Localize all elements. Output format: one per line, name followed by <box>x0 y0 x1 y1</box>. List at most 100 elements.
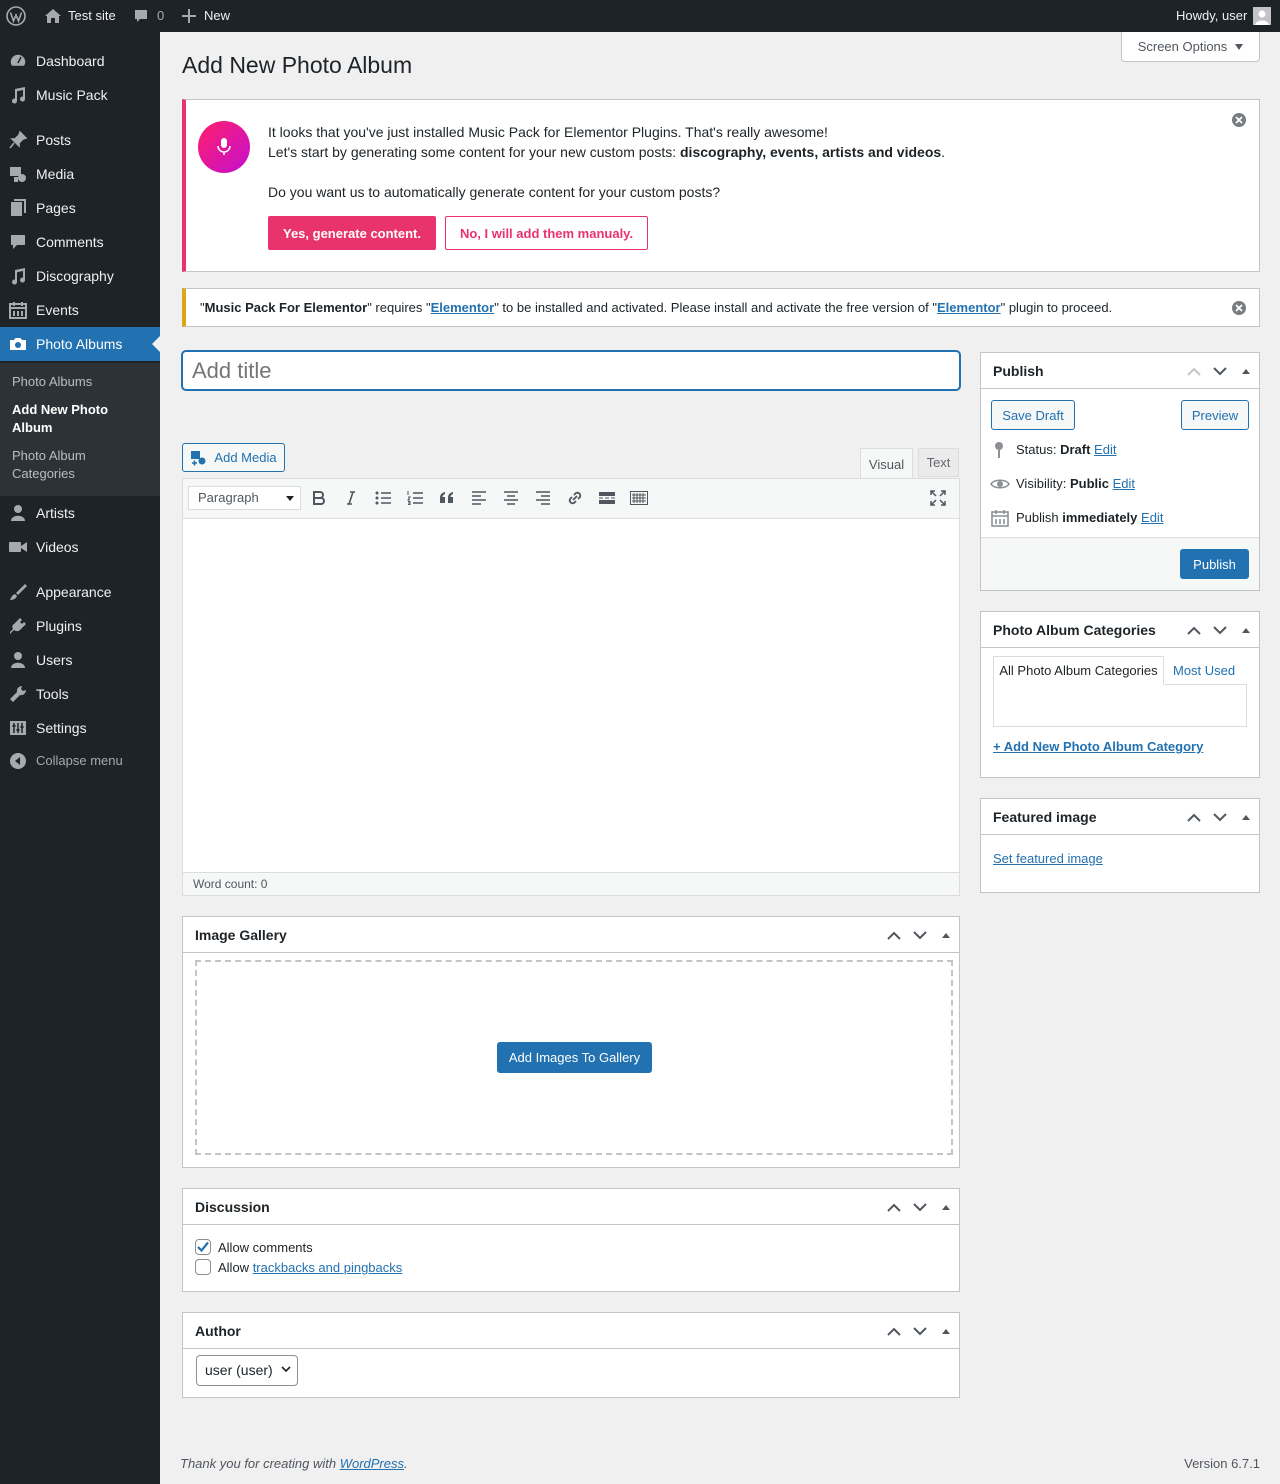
align-right-icon[interactable] <box>532 487 554 509</box>
edit-publish-time-link[interactable]: Edit <box>1141 510 1163 525</box>
edit-status-link[interactable]: Edit <box>1094 442 1116 457</box>
sidebar-item-appearance[interactable]: Appearance <box>0 575 160 609</box>
sidebar-item-plugins[interactable]: Plugins <box>0 609 160 643</box>
site-name-link[interactable]: Test site <box>44 0 124 32</box>
footer-thanks: Thank you for creating with WordPress. <box>180 1456 408 1471</box>
tab-most-used[interactable]: Most Used <box>1173 656 1235 685</box>
sidebar-item-dashboard[interactable]: Dashboard <box>0 44 160 78</box>
sidebar-item-label: Tools <box>36 686 69 702</box>
bullet-list-icon[interactable] <box>372 487 394 509</box>
save-draft-button[interactable]: Save Draft <box>991 400 1075 430</box>
sidebar-item-music-pack[interactable]: Music Pack <box>0 78 160 112</box>
collapse-icon <box>8 751 28 771</box>
fullscreen-icon[interactable] <box>927 487 949 509</box>
allow-pingbacks-checkbox[interactable] <box>195 1259 211 1275</box>
italic-icon[interactable] <box>340 487 362 509</box>
sidebar-item-media[interactable]: Media <box>0 157 160 191</box>
trackbacks-link[interactable]: trackbacks and pingbacks <box>253 1260 403 1275</box>
bold-icon[interactable] <box>308 487 330 509</box>
elementor-plugin-link[interactable]: Elementor <box>937 300 1001 315</box>
music-note-icon <box>8 85 28 105</box>
chevron-up-icon[interactable] <box>881 917 907 953</box>
chevron-up-icon[interactable] <box>1181 612 1207 648</box>
caret-down-icon <box>286 496 294 501</box>
blockquote-icon[interactable] <box>436 487 458 509</box>
preview-button[interactable]: Preview <box>1181 400 1249 430</box>
post-title-input[interactable] <box>182 351 960 390</box>
dashboard-icon <box>8 51 28 71</box>
screen-options-button[interactable]: Screen Options <box>1121 32 1260 62</box>
video-icon <box>8 537 28 557</box>
elementor-link[interactable]: Elementor <box>431 300 495 315</box>
chevron-down-icon[interactable] <box>1207 799 1233 835</box>
generate-content-button[interactable]: Yes, generate content. <box>268 216 436 250</box>
add-manually-button[interactable]: No, I will add them manualy. <box>445 216 648 250</box>
numbered-list-icon[interactable] <box>404 487 426 509</box>
set-featured-image-link[interactable]: Set featured image <box>993 851 1103 866</box>
sidebar-item-pages[interactable]: Pages <box>0 191 160 225</box>
sidebar-item-users[interactable]: Users <box>0 643 160 677</box>
notice-plugin-name: Music Pack For Elementor <box>204 300 368 315</box>
new-content-link[interactable]: New <box>182 0 242 32</box>
publish-button[interactable]: Publish <box>1180 549 1249 579</box>
chevron-up-icon[interactable] <box>1181 353 1207 389</box>
wordpress-logo-icon[interactable] <box>6 0 28 32</box>
sidebar-item-videos[interactable]: Videos <box>0 530 160 564</box>
chevron-down-icon[interactable] <box>1207 353 1233 389</box>
chevron-down-icon[interactable] <box>907 917 933 953</box>
toggle-panel-icon[interactable] <box>1233 612 1259 648</box>
wordpress-link[interactable]: WordPress <box>340 1456 404 1471</box>
read-more-icon[interactable] <box>596 487 618 509</box>
image-gallery-title: Image Gallery <box>195 927 287 943</box>
sidebar-item-posts[interactable]: Posts <box>0 123 160 157</box>
sidebar-item-discography[interactable]: Discography <box>0 259 160 293</box>
tab-text[interactable]: Text <box>918 448 959 477</box>
author-select-value: user (user) <box>205 1362 273 1378</box>
toggle-panel-icon[interactable] <box>933 1313 959 1349</box>
sidebar-item-tools[interactable]: Tools <box>0 677 160 711</box>
link-icon[interactable] <box>564 487 586 509</box>
chevron-up-icon[interactable] <box>1181 799 1207 835</box>
toggle-panel-icon[interactable] <box>933 1189 959 1225</box>
toolbar-toggle-icon[interactable] <box>628 487 650 509</box>
tab-visual[interactable]: Visual <box>860 448 913 479</box>
home-icon <box>44 8 62 24</box>
submenu-add-new-photo-album[interactable]: Add New Photo Album <box>12 401 122 437</box>
dismiss-icon[interactable] <box>1231 300 1247 316</box>
allow-comments-checkbox[interactable] <box>195 1239 211 1255</box>
chevron-up-icon[interactable] <box>881 1313 907 1349</box>
align-center-icon[interactable] <box>500 487 522 509</box>
sidebar-item-label: Videos <box>36 539 79 555</box>
sidebar-item-label: Posts <box>36 132 72 148</box>
brush-icon <box>8 582 28 602</box>
sidebar-item-events[interactable]: Events <box>0 293 160 327</box>
sidebar-item-artists[interactable]: Artists <box>0 496 160 530</box>
sidebar-item-settings[interactable]: Settings <box>0 711 160 745</box>
toggle-panel-icon[interactable] <box>1233 799 1259 835</box>
comments-link[interactable]: 0 <box>133 0 173 32</box>
sidebar-item-photo-albums[interactable]: Photo Albums <box>0 327 160 361</box>
comments-count: 0 <box>157 8 165 23</box>
camera-icon <box>8 334 28 354</box>
sidebar-item-comments[interactable]: Comments <box>0 225 160 259</box>
dismiss-icon[interactable] <box>1231 112 1247 128</box>
toggle-panel-icon[interactable] <box>933 917 959 953</box>
add-new-category-link[interactable]: + Add New Photo Album Category <box>993 739 1203 754</box>
chevron-down-icon[interactable] <box>907 1313 933 1349</box>
chevron-down-icon[interactable] <box>907 1189 933 1225</box>
chevron-up-icon[interactable] <box>881 1189 907 1225</box>
chevron-down-icon[interactable] <box>1207 612 1233 648</box>
add-images-to-gallery-button[interactable]: Add Images To Gallery <box>497 1042 652 1073</box>
tab-all-categories[interactable]: All Photo Album Categories <box>993 656 1164 685</box>
format-select[interactable]: Paragraph <box>188 486 301 510</box>
collapse-menu-button[interactable]: Collapse menu <box>0 744 160 778</box>
author-select[interactable]: user (user) <box>196 1355 298 1386</box>
my-account-link[interactable]: Howdy, user <box>1176 0 1276 32</box>
edit-visibility-link[interactable]: Edit <box>1113 476 1135 491</box>
toggle-panel-icon[interactable] <box>1233 353 1259 389</box>
submenu-photo-albums[interactable]: Photo Albums <box>12 373 152 391</box>
editor-content-area[interactable] <box>183 520 959 872</box>
align-left-icon[interactable] <box>468 487 490 509</box>
add-media-button[interactable]: Add Media <box>182 443 285 472</box>
submenu-photo-album-categories[interactable]: Photo Album Categories <box>12 447 112 483</box>
